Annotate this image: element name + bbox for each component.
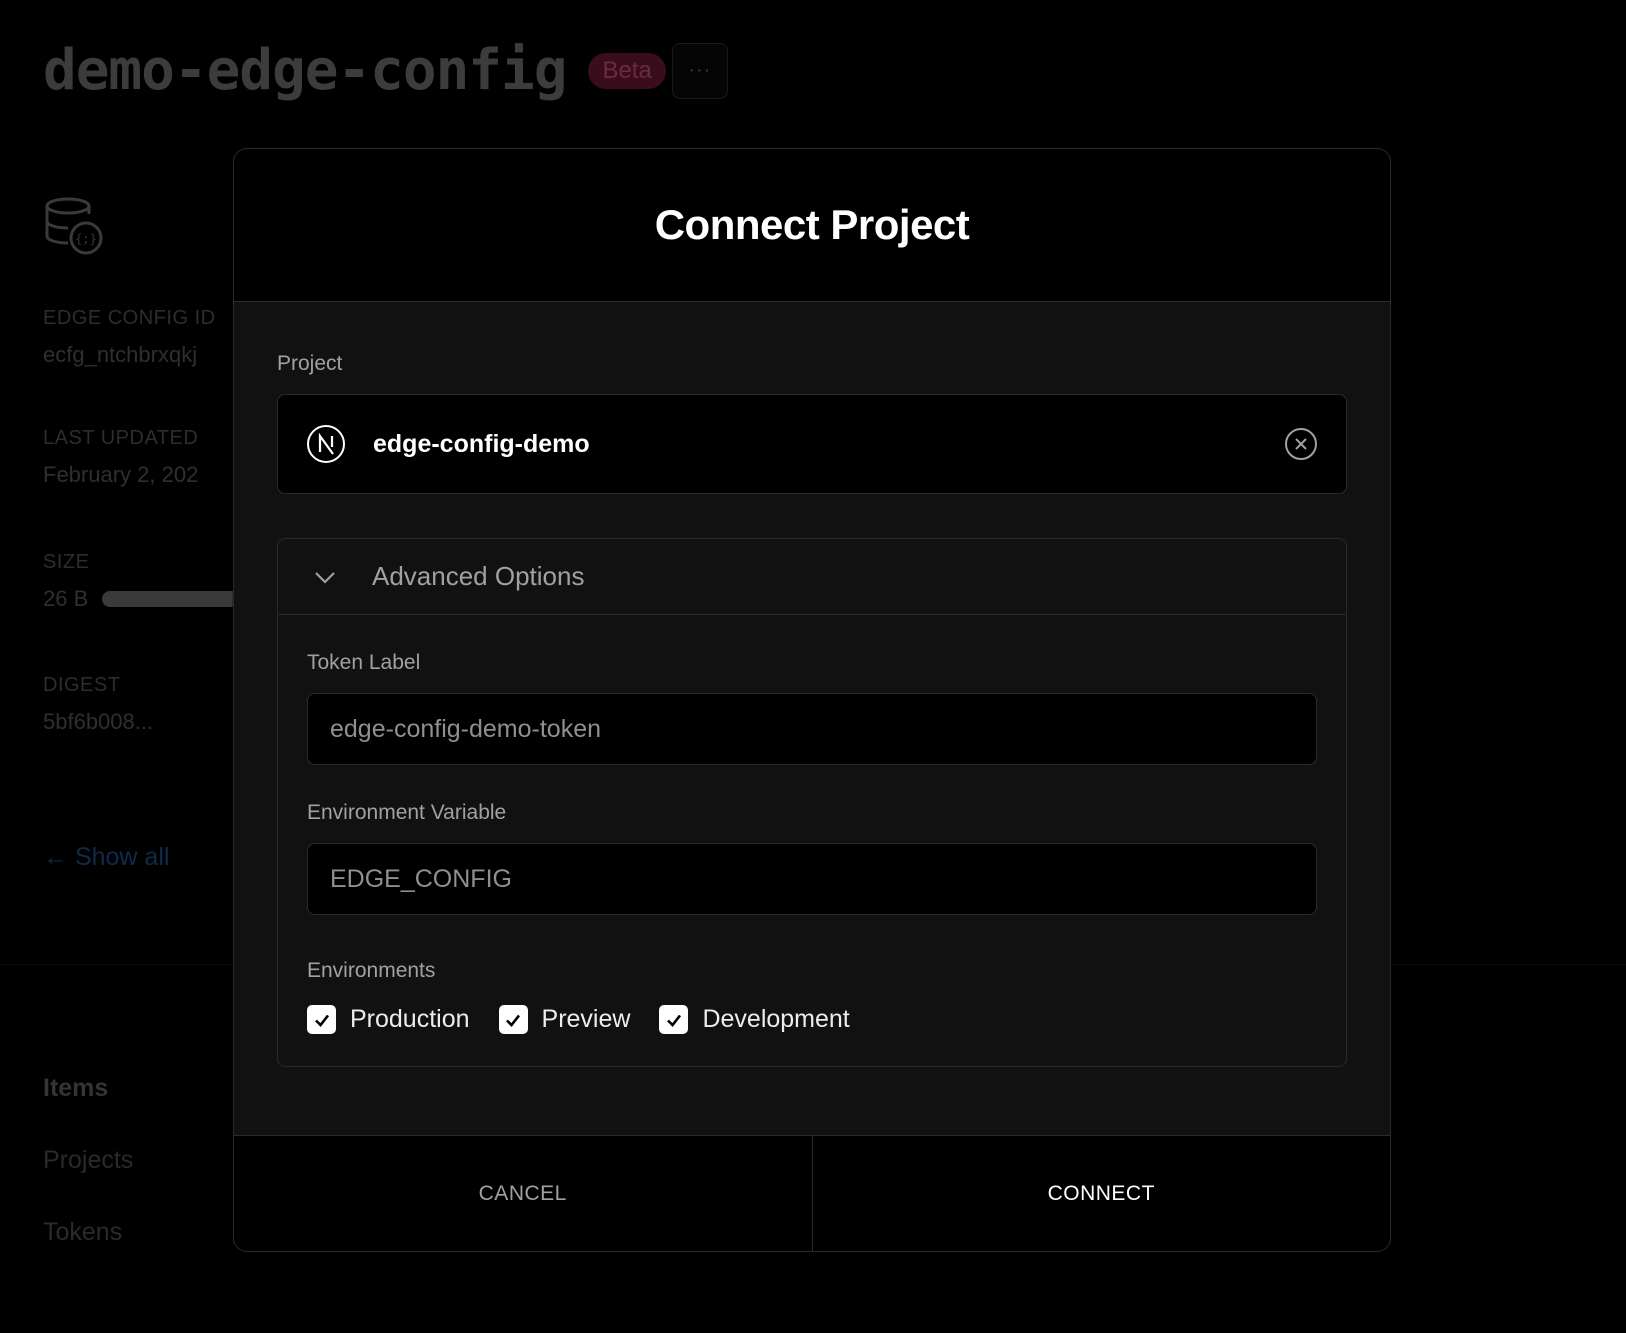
svg-text:{;}: {;} [75, 232, 97, 246]
show-all-link[interactable]: ← Show all [43, 843, 169, 872]
size-value: 26 B [43, 586, 89, 611]
production-label: Production [350, 1005, 470, 1033]
token-label-input[interactable] [307, 693, 1317, 765]
preview-checkbox[interactable] [498, 1005, 528, 1034]
meta-label: DIGEST [43, 674, 121, 696]
digest-section: DIGEST 5bf6b008... [43, 674, 153, 735]
edge-config-id-value: ecfg_ntchbrxqkj [43, 342, 198, 367]
advanced-options-content: Token Label Environment Variable Environ… [278, 651, 1346, 1066]
env-var-input[interactable] [307, 843, 1317, 915]
cancel-button[interactable]: CANCEL [234, 1136, 813, 1251]
last-updated-value: February 2, 202 [43, 462, 199, 487]
development-checkbox[interactable] [659, 1005, 689, 1034]
last-updated-section: LAST UPDATED February 2, 202 [43, 427, 198, 488]
chevron-down-icon [315, 571, 335, 584]
modal-body: Project edge-config-demo Advanced Option… [234, 352, 1390, 1067]
advanced-options-title: Advanced Options [372, 561, 585, 591]
page-title: demo-edge-config [43, 38, 567, 103]
env-preview[interactable]: Preview [498, 1005, 631, 1034]
modal-title: Connect Project [654, 201, 970, 248]
env-production[interactable]: Production [307, 1005, 470, 1034]
checkmark-icon [314, 1014, 329, 1027]
connect-button[interactable]: CONNECT [813, 1136, 1391, 1251]
digest-value: 5bf6b008... [43, 709, 154, 734]
environments-checkbox-group: Production Preview Development [307, 1005, 1317, 1034]
checkmark-icon [667, 1014, 681, 1027]
nav-item-items[interactable]: Items [43, 1074, 108, 1103]
modal-header: Connect Project [234, 149, 1390, 302]
page-header: demo-edge-config Beta ··· [43, 38, 728, 103]
env-var-label: Environment Variable [307, 801, 507, 824]
env-development[interactable]: Development [659, 1005, 850, 1034]
nav-item-tokens[interactable]: Tokens [43, 1218, 122, 1247]
more-options-button[interactable]: ··· [671, 42, 728, 99]
preview-label: Preview [541, 1005, 631, 1033]
development-label: Development [702, 1005, 850, 1033]
meta-label: EDGE CONFIG ID [43, 307, 216, 329]
project-label: Project [277, 352, 343, 375]
meta-label: LAST UPDATED [43, 427, 199, 449]
modal-footer: CANCEL CONNECT [234, 1135, 1390, 1251]
project-select[interactable]: edge-config-demo [277, 394, 1347, 494]
production-checkbox[interactable] [307, 1005, 336, 1034]
size-bar-fill [102, 591, 232, 607]
environments-label: Environments [307, 959, 436, 982]
nextjs-logo-icon [307, 425, 345, 463]
selected-project-name: edge-config-demo [373, 429, 590, 458]
edge-config-id-section: EDGE CONFIG ID ecfg_ntchbrxqkj [43, 307, 216, 368]
advanced-options-toggle[interactable]: Advanced Options [278, 539, 1346, 615]
connect-project-modal: Connect Project Project edge-config-demo… [233, 148, 1391, 1252]
beta-badge: Beta [588, 52, 666, 89]
database-config-icon: {;} [45, 197, 103, 255]
checkmark-icon [506, 1014, 521, 1027]
advanced-options-panel: Advanced Options Token Label Environment… [277, 538, 1347, 1067]
clear-selection-icon[interactable] [1284, 427, 1318, 461]
token-label-label: Token Label [307, 651, 421, 674]
nav-item-projects[interactable]: Projects [43, 1146, 133, 1175]
